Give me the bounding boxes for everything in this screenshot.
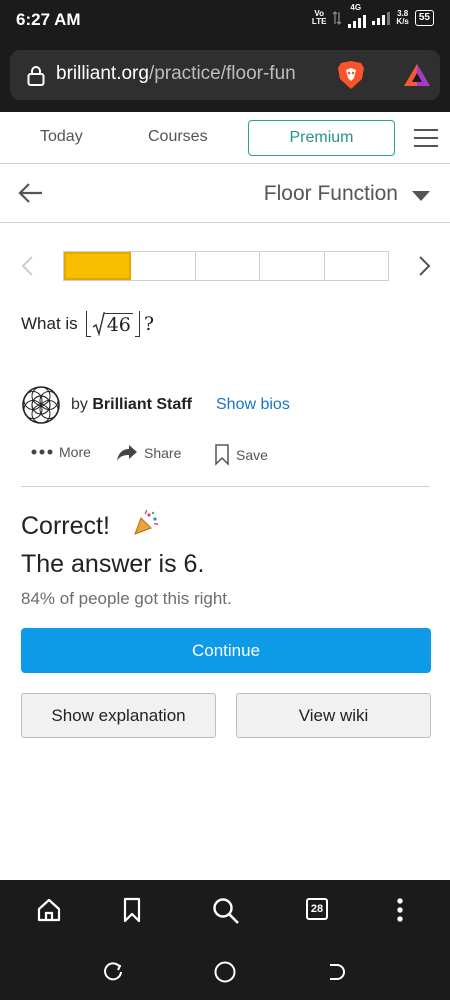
data-activity-icon [332, 11, 342, 25]
status-time: 6:27 AM [16, 10, 81, 29]
volte-bottom: LTE [311, 17, 327, 26]
brave-rewards-icon[interactable] [402, 62, 432, 88]
nav-courses[interactable]: Courses [148, 128, 208, 146]
share-label: Share [144, 445, 182, 461]
network-speed: 3.8 K/s [396, 10, 408, 26]
hamburger-menu-icon[interactable] [414, 128, 438, 148]
url-field[interactable]: brilliant.org/practice/floor-fun [10, 50, 440, 100]
floor-bracket-left [85, 311, 91, 337]
url-host: brilliant.org [56, 63, 149, 84]
progress-segment[interactable] [64, 252, 132, 280]
sqrt: 46 [92, 312, 133, 336]
status-indicators: Vo LTE 4G 3.8 K/s 55 [312, 4, 434, 28]
tabs-count-icon[interactable]: 28 [306, 898, 328, 920]
question-math: 46 ? [85, 311, 155, 337]
progress-segment[interactable] [131, 252, 196, 280]
signal-icon-2 [372, 11, 391, 25]
overflow-menu-icon[interactable] [394, 897, 406, 923]
progress-segment[interactable] [325, 252, 388, 280]
bookmark-icon [215, 444, 229, 466]
url-path: /practice/floor-fun [148, 63, 296, 84]
lock-icon[interactable] [26, 65, 46, 87]
system-nav-bar [0, 940, 450, 1000]
home-icon[interactable] [36, 897, 62, 923]
progress-segment[interactable] [260, 252, 325, 280]
question-mark: ? [143, 313, 155, 335]
signal-icon-1: 4G [348, 4, 367, 28]
chevron-down-icon[interactable] [412, 191, 430, 201]
party-popper-icon [134, 510, 159, 535]
save-action[interactable]: Save [214, 444, 268, 466]
more-action[interactable]: More [31, 444, 91, 460]
answer-text: The answer is 6. [21, 550, 205, 578]
view-wiki-button[interactable]: View wiki [236, 693, 431, 738]
battery-icon: 55 [414, 10, 434, 26]
floor-bracket-right [134, 311, 140, 337]
author-byline: by Brilliant Staff [71, 396, 192, 414]
premium-button[interactable]: Premium [248, 120, 395, 156]
correct-heading: Correct! [21, 512, 110, 540]
home-button-icon[interactable] [213, 960, 237, 984]
network-type: 4G [350, 3, 362, 12]
back-arrow-icon[interactable] [18, 181, 44, 205]
url-text[interactable]: brilliant.org/practice/floor-fun [56, 63, 326, 85]
share-arrow-icon [117, 445, 137, 461]
bookmark-icon[interactable] [122, 897, 142, 923]
share-action[interactable]: Share [116, 444, 181, 462]
success-rate: 84% of people got this right. [21, 589, 232, 608]
radicand: 46 [104, 313, 133, 336]
next-problem-icon[interactable] [418, 255, 432, 277]
sqrt-icon [92, 312, 105, 336]
search-icon[interactable] [212, 897, 240, 925]
author-by: by [71, 396, 88, 413]
question-prefix: What is [21, 314, 78, 333]
browser-address-bar: brilliant.org/practice/floor-fun [0, 40, 450, 112]
brave-shield-icon[interactable] [336, 59, 366, 91]
status-bar: 6:27 AM Vo LTE 4G 3.8 K/s 55 [0, 0, 450, 40]
site-nav: Today Courses Premium [0, 112, 450, 164]
back-button-icon[interactable] [325, 960, 347, 982]
divider [21, 486, 430, 487]
problem-progress [63, 251, 389, 281]
more-label: More [59, 444, 91, 460]
save-label: Save [236, 447, 268, 463]
topic-bar: Floor Function [0, 165, 450, 223]
progress-segment[interactable] [196, 252, 261, 280]
more-dots-icon [31, 449, 53, 455]
question-text: What is 46 ? [21, 311, 154, 337]
recent-apps-icon[interactable] [102, 960, 124, 982]
nav-today[interactable]: Today [40, 128, 83, 146]
show-bios-link[interactable]: Show bios [216, 396, 290, 414]
topic-title[interactable]: Floor Function [264, 182, 398, 206]
author-avatar-icon [22, 386, 60, 424]
volte-indicator: Vo LTE [312, 10, 327, 26]
speed-unit: K/s [396, 17, 409, 26]
previous-problem-icon[interactable] [20, 255, 34, 277]
continue-button[interactable]: Continue [21, 628, 431, 673]
browser-toolbar: 28 [0, 880, 450, 940]
author-name[interactable]: Brilliant Staff [92, 396, 192, 413]
show-explanation-button[interactable]: Show explanation [21, 693, 216, 738]
